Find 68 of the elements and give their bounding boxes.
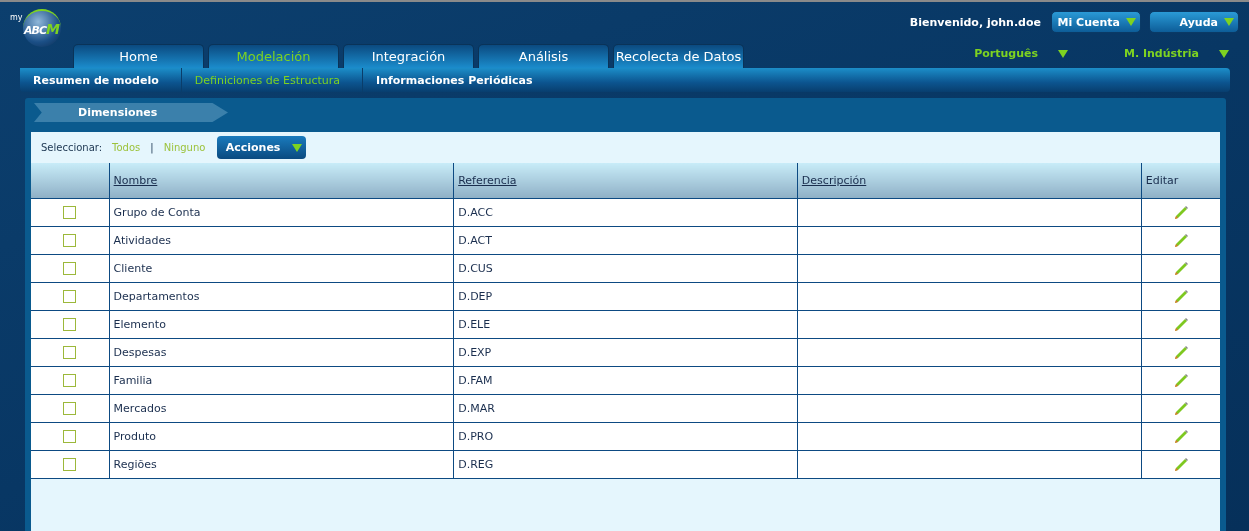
nav-tab[interactable]: Recolecta de Datos [613,44,744,68]
caret-icon [1219,49,1229,58]
table-cell: Cliente [113,262,153,275]
table-cell: D.EXP [458,346,492,359]
caret-icon [292,143,303,152]
table-cell: D.ELE [458,318,491,331]
pencil-icon[interactable] [1172,204,1189,221]
nav-tab[interactable]: Análisis [478,44,609,68]
logo[interactable]: ABCM [22,9,61,47]
pencil-icon[interactable] [1172,316,1189,333]
greeting-text: Bienvenido, john.doe [909,15,1041,29]
pencil-icon[interactable] [1172,260,1189,277]
sort-link[interactable]: Descripción [801,174,867,187]
table-cell: Produto [113,430,157,443]
row-checkbox[interactable] [63,346,77,359]
breadcrumb[interactable]: Dimensiones [34,103,228,122]
column-header: Editar [1145,174,1179,187]
sort-link[interactable]: Nombre [113,174,158,187]
menu-button[interactable]: Mi Cuenta [1051,11,1141,33]
table-cell: D.DEP [458,290,493,303]
pencil-icon[interactable] [1172,288,1189,305]
selector-dropdown[interactable]: Português [974,47,1038,60]
subnav-tab[interactable]: Informaciones Periódicas [363,68,555,92]
actions-button[interactable]: Acciones [217,136,307,159]
row-checkbox[interactable] [63,458,77,471]
table-cell: Familia [113,374,153,387]
table-cell: Mercados [113,402,167,415]
subnav-tab[interactable]: Definiciones de Estructura [181,68,364,92]
pencil-icon[interactable] [1172,428,1189,445]
table-cell: D.CUS [458,262,493,275]
row-checkbox[interactable] [63,234,77,247]
nav-tab[interactable]: Home [73,44,204,68]
table-cell: Despesas [113,346,167,359]
pencil-icon[interactable] [1172,372,1189,389]
nav-tab[interactable]: Integración [343,44,474,68]
nav-tab[interactable]: Modelación [208,44,339,68]
subnav-tab[interactable]: Resumen de modelo [20,68,182,92]
row-checkbox[interactable] [63,374,77,387]
table-cell: Elemento [113,318,166,331]
selector-dropdown[interactable]: M. Indústria [1124,47,1199,60]
table-cell: D.ACT [458,234,492,247]
row-checkbox[interactable] [63,290,77,303]
table-cell: D.FAM [458,374,493,387]
caret-icon [1126,18,1136,26]
pencil-icon[interactable] [1172,456,1189,473]
table-cell: D.PRO [458,430,494,443]
separator-text: | [150,142,154,153]
table-cell: Grupo de Conta [113,206,201,219]
table-cell: Atividades [113,234,172,247]
table-cell: Regiões [113,458,157,471]
table-cell: D.REG [458,458,494,471]
table-cell: D.MAR [458,402,495,415]
row-checkbox[interactable] [63,262,77,275]
caret-icon [1224,18,1234,26]
row-checkbox[interactable] [63,402,77,415]
caret-icon [1058,49,1068,58]
select-label: Seleccionar: [41,142,103,153]
sort-link[interactable]: Referencia [458,174,517,187]
pencil-icon[interactable] [1172,400,1189,417]
logo-prefix: my [10,13,23,22]
menu-button[interactable]: Ayuda [1149,11,1239,33]
row-checkbox[interactable] [63,430,77,443]
pencil-icon[interactable] [1172,344,1189,361]
row-checkbox[interactable] [63,206,77,219]
pencil-icon[interactable] [1172,232,1189,249]
table-cell: D.ACC [458,206,493,219]
row-checkbox[interactable] [63,318,77,331]
table-cell: Departamentos [113,290,200,303]
